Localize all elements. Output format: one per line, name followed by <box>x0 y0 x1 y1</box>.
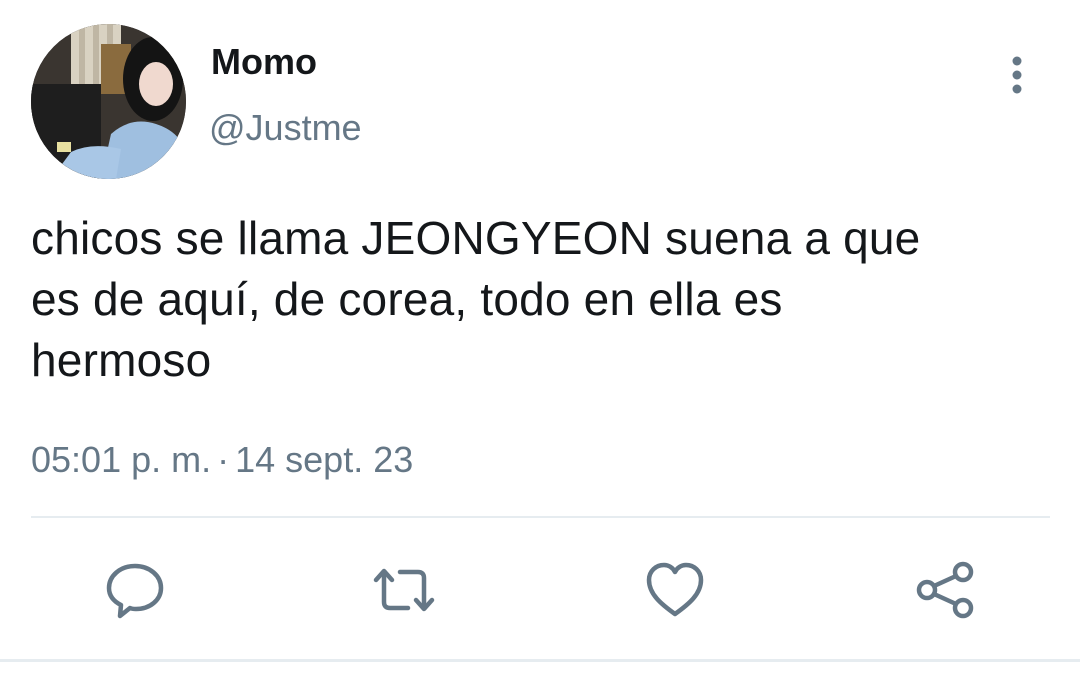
retweet-button[interactable] <box>372 558 436 622</box>
tweet-text: chicos se llama JEONGYEON suena a que es… <box>31 208 1051 391</box>
reply-icon <box>106 563 164 619</box>
meta-separator: · <box>217 439 230 480</box>
bottom-divider <box>0 659 1080 662</box>
tweet-card: Momo @Justme chicos se llama JEONGYEON s… <box>0 0 1080 681</box>
tweet-text-line: es de aquí, de corea, todo en ella es <box>31 273 783 325</box>
share-button[interactable] <box>913 558 977 622</box>
tweet-time: 05:01 p. m. <box>31 439 212 480</box>
retweet-icon <box>373 568 435 612</box>
avatar-photo <box>31 24 186 179</box>
display-name[interactable]: Momo <box>211 40 317 84</box>
tweet-text-line: hermoso <box>31 334 212 386</box>
user-handle[interactable]: @Justme <box>209 106 362 150</box>
tweet-text-line: chicos se llama JEONGYEON suena a que <box>31 212 921 264</box>
tweet-timestamp[interactable]: 05:01 p. m. · 14 sept. 23 <box>31 436 413 484</box>
tweet-date: 14 sept. 23 <box>235 439 414 480</box>
more-options-button[interactable] <box>996 52 1038 98</box>
divider <box>31 516 1050 518</box>
like-button[interactable] <box>643 558 707 622</box>
reply-button[interactable] <box>103 558 167 622</box>
avatar[interactable] <box>31 24 186 179</box>
like-icon <box>646 562 704 617</box>
share-icon <box>916 561 974 619</box>
more-vertical-icon <box>1012 56 1022 94</box>
